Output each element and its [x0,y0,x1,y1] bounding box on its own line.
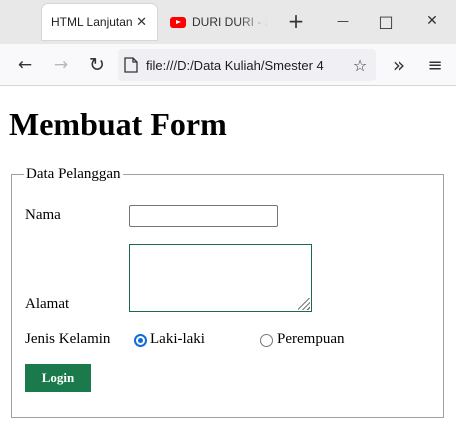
address-bar[interactable]: file:///D:/Data Kuliah/Smester 4 ☆ [118,49,376,81]
page-heading: Membuat Form [9,106,227,142]
alamat-textarea[interactable] [129,244,312,312]
navigation-toolbar: ← → ↻ file:///D:/Data Kuliah/Smester 4 ☆… [0,44,456,86]
new-tab-button[interactable]: + [283,8,309,34]
alamat-label: Alamat [25,296,70,312]
forward-button[interactable]: → [48,52,74,78]
radio-laki-laki[interactable] [134,334,147,347]
page-content: Membuat Form Data Pelanggan Nama Alamat … [0,86,456,441]
tab-duri-duri[interactable]: DURI DURI - Z [168,4,268,40]
radio-perempuan[interactable] [260,334,273,347]
overflow-menu-button[interactable]: » [386,52,412,78]
jenis-kelamin-label: Jenis Kelamin [25,331,111,347]
page-icon [124,57,138,73]
tab-close-icon[interactable]: ✕ [136,14,147,30]
reload-button[interactable]: ↻ [84,52,110,78]
tab-title: HTML Lanjutan [51,15,133,29]
bookmark-star-icon[interactable]: ☆ [350,55,370,75]
nama-input[interactable] [129,205,278,227]
login-button[interactable]: Login [25,364,91,392]
fieldset-legend: Data Pelanggan [26,166,121,182]
app-menu-button[interactable]: ≡ [422,52,448,78]
tab-html-lanjutan[interactable]: HTML Lanjutan ✕ [42,4,157,40]
perempuan-label[interactable]: Perempuan [277,331,344,348]
maximize-button[interactable]: □ [373,8,399,34]
nama-label: Nama [25,207,61,223]
laki-laki-label[interactable]: Laki-laki [150,331,205,348]
tab-bar: HTML Lanjutan ✕ DURI DURI - Z + — □ ✕ [0,0,456,44]
back-button[interactable]: ← [12,52,38,78]
minimize-button[interactable]: — [330,8,356,34]
url-text: file:///D:/Data Kuliah/Smester 4 [146,57,324,73]
youtube-icon [170,16,186,28]
close-window-button[interactable]: ✕ [419,8,445,34]
resize-grip-icon[interactable] [298,298,310,310]
